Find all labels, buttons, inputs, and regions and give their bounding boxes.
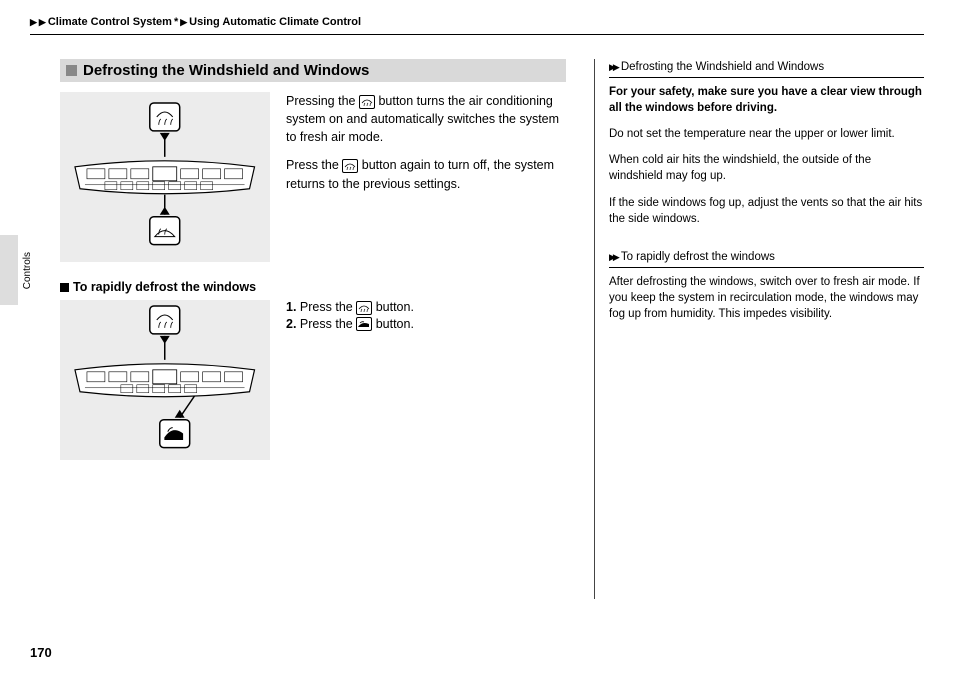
square-bullet-icon (60, 283, 69, 292)
breadcrumb-star: * (174, 16, 178, 28)
sidebar-text: Do not set the temperature near the uppe… (609, 126, 924, 142)
defrost-icon (342, 159, 358, 173)
sidebar-text: After defrosting the windows, switch ove… (609, 274, 924, 322)
recirculation-icon (356, 317, 372, 331)
triangle-icon: ▶ (180, 17, 187, 28)
side-tab-label: Controls (22, 252, 33, 289)
sidebar-text: When cold air hits the windshield, the o… (609, 152, 924, 184)
double-triangle-icon: ▶▶ (609, 61, 620, 74)
breadcrumb-seg-2: Using Automatic Climate Control (189, 16, 361, 28)
step-num: 2. (286, 317, 296, 331)
sidebar-bold-warning: For your safety, make sure you have a cl… (609, 84, 924, 116)
defrost-icon (356, 301, 372, 315)
step-1: 1. Press the button. (286, 300, 414, 315)
defrost-icon (359, 95, 375, 109)
breadcrumb: ▶ ▶ Climate Control System * ▶ Using Aut… (30, 16, 924, 35)
triangle-icon: ▶ (30, 17, 37, 28)
paragraph: Pressing the button turns the air condit… (286, 92, 566, 146)
section-title: Defrosting the Windshield and Windows (83, 62, 369, 79)
side-tab (0, 235, 18, 305)
double-triangle-icon: ▶▶ (609, 251, 620, 264)
climate-panel-illustration-2 (60, 300, 270, 460)
step-2: 2. Press the button. (286, 317, 414, 332)
square-bullet-icon (66, 65, 77, 76)
text: Press the (300, 317, 353, 331)
text: button. (376, 300, 414, 314)
climate-panel-illustration-1 (60, 92, 270, 262)
sidebar-text: If the side windows fog up, adjust the v… (609, 195, 924, 227)
page-number: 170 (30, 645, 52, 660)
subhead-text: To rapidly defrost the windows (73, 280, 256, 294)
text: Press the (300, 300, 353, 314)
text: Press the (286, 158, 339, 172)
breadcrumb-seg-1: Climate Control System (48, 16, 172, 28)
section-title-bar: Defrosting the Windshield and Windows (60, 59, 566, 82)
paragraph: Press the button again to turn off, the … (286, 156, 566, 192)
sidebar-head-text: Defrosting the Windshield and Windows (621, 59, 824, 75)
triangle-icon: ▶ (39, 17, 46, 28)
step-num: 1. (286, 300, 296, 314)
sidebar-heading-2: ▶▶ To rapidly defrost the windows (609, 249, 924, 268)
text: Pressing the (286, 94, 355, 108)
subheading: To rapidly defrost the windows (60, 280, 566, 294)
sidebar-head-text: To rapidly defrost the windows (621, 249, 775, 265)
text: button. (376, 317, 414, 331)
sidebar-heading-1: ▶▶ Defrosting the Windshield and Windows (609, 59, 924, 78)
